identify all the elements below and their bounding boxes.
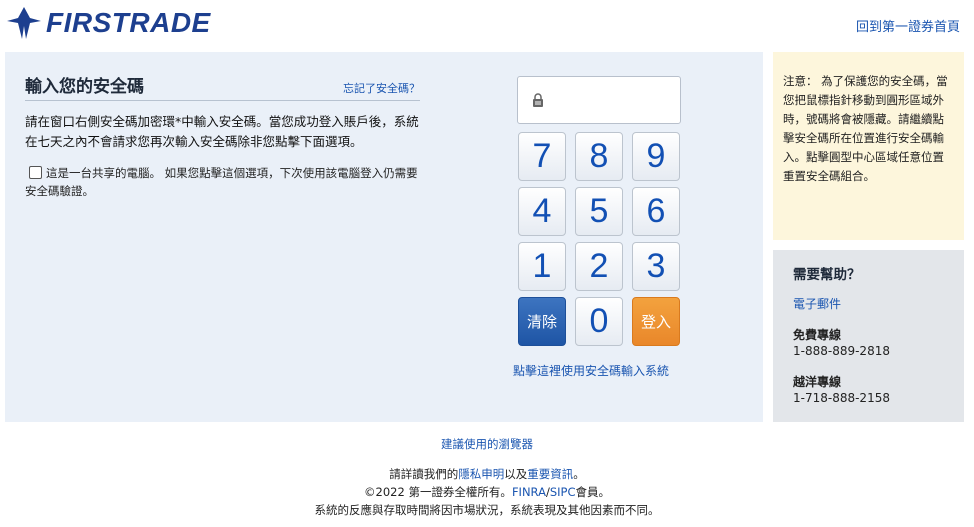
footer-disclaimer: 系統的反應與存取時間將因市場狀況，系統表現及其他因素而不同。 bbox=[0, 502, 974, 518]
footer-text: 請詳讀我們的 bbox=[389, 467, 459, 481]
lock-icon bbox=[533, 93, 543, 107]
help-title: 需要幫助？ bbox=[793, 267, 861, 283]
clear-button[interactable]: 清除 bbox=[518, 297, 566, 346]
shared-computer-checkbox[interactable] bbox=[29, 166, 42, 179]
key-8[interactable]: 8 bbox=[575, 132, 623, 181]
key-7[interactable]: 7 bbox=[518, 132, 566, 181]
security-code-field[interactable] bbox=[517, 76, 681, 124]
key-0[interactable]: 0 bbox=[575, 297, 623, 346]
key-3[interactable]: 3 bbox=[632, 242, 680, 291]
key-2[interactable]: 2 bbox=[575, 242, 623, 291]
use-keypad-link[interactable]: 點擊這裡使用安全碼輸入系統 bbox=[513, 362, 669, 379]
footer-browser-row: 建議使用的瀏覽器 bbox=[0, 436, 974, 452]
overseas-number: 1-718-888-2158 bbox=[793, 391, 890, 405]
logo-text: FIRSTRADE bbox=[46, 7, 211, 38]
email-link[interactable]: 電子郵件 bbox=[793, 295, 841, 312]
security-notice-text: 注意： 為了保護您的安全碼，當您把鼠標指針移動到圓形區域外時，號碼將會被隱藏。請… bbox=[783, 74, 948, 183]
security-code-panel: 輸入您的安全碼 忘記了安全碼？ 請在窗口右側安全碼加密環*中輸入安全碼。當您成功… bbox=[5, 52, 763, 422]
tollfree-number: 1-888-889-2818 bbox=[793, 344, 890, 358]
shared-computer-label: 這是一台共享的電腦。 如果您點擊這個選項，下次使用該電腦登入仍需要安全碼驗證。 bbox=[25, 166, 418, 198]
key-6[interactable]: 6 bbox=[632, 187, 680, 236]
page-title: 輸入您的安全碼 bbox=[25, 77, 144, 97]
security-notice: 注意： 為了保護您的安全碼，當您把鼠標指針移動到圓形區域外時，號碼將會被隱藏。請… bbox=[773, 52, 964, 240]
disclaimer-text: 系統的反應與存取時間將因市場狀況，系統表現及其他因素而不同。 bbox=[314, 503, 660, 517]
forgot-code-link[interactable]: 忘記了安全碼？ bbox=[343, 80, 420, 96]
footer-privacy-row: 請詳讀我們的隱私申明以及重要資訊。 bbox=[0, 466, 974, 482]
logo-arrow-icon bbox=[7, 7, 41, 39]
key-9[interactable]: 9 bbox=[632, 132, 680, 181]
recommended-browser-link[interactable]: 建議使用的瀏覽器 bbox=[441, 437, 533, 451]
title-divider bbox=[25, 100, 420, 101]
privacy-link[interactable]: 隱私申明 bbox=[458, 467, 504, 481]
key-1[interactable]: 1 bbox=[518, 242, 566, 291]
footer-copyright-row: ©2022 第一證券全權所有。FINRA/SIPC會員。 bbox=[0, 484, 974, 500]
help-panel: 需要幫助？ 電子郵件 免費專線 1-888-889-2818 越洋專線 1-71… bbox=[773, 250, 964, 422]
footer-text: 以及 bbox=[504, 467, 528, 481]
login-button[interactable]: 登入 bbox=[632, 297, 680, 346]
footer-text: 會員。 bbox=[575, 485, 610, 499]
instructions-text: 請在窗口右側安全碼加密環*中輸入安全碼。當您成功登入賬戶後，系統在七天之內不會請… bbox=[25, 114, 419, 149]
important-info-link[interactable]: 重要資訊 bbox=[527, 467, 573, 481]
firstrade-logo[interactable]: FIRSTRADE bbox=[6, 6, 211, 40]
header: FIRSTRADE 回到第一證券首頁 bbox=[0, 0, 974, 48]
tollfree-label: 免費專線 bbox=[793, 328, 842, 342]
key-4[interactable]: 4 bbox=[518, 187, 566, 236]
finra-link[interactable]: FINRA bbox=[512, 485, 546, 499]
key-5[interactable]: 5 bbox=[575, 187, 623, 236]
overseas-label: 越洋專線 bbox=[793, 375, 842, 389]
shared-computer-row: 這是一台共享的電腦。 如果您點擊這個選項，下次使用該電腦登入仍需要安全碼驗證。 bbox=[25, 164, 425, 200]
footer-text: 。 bbox=[573, 467, 585, 481]
sipc-link[interactable]: SIPC bbox=[550, 485, 576, 499]
home-link[interactable]: 回到第一證券首頁 bbox=[856, 16, 960, 35]
copyright-text: ©2022 第一證券全權所有。 bbox=[364, 485, 512, 499]
